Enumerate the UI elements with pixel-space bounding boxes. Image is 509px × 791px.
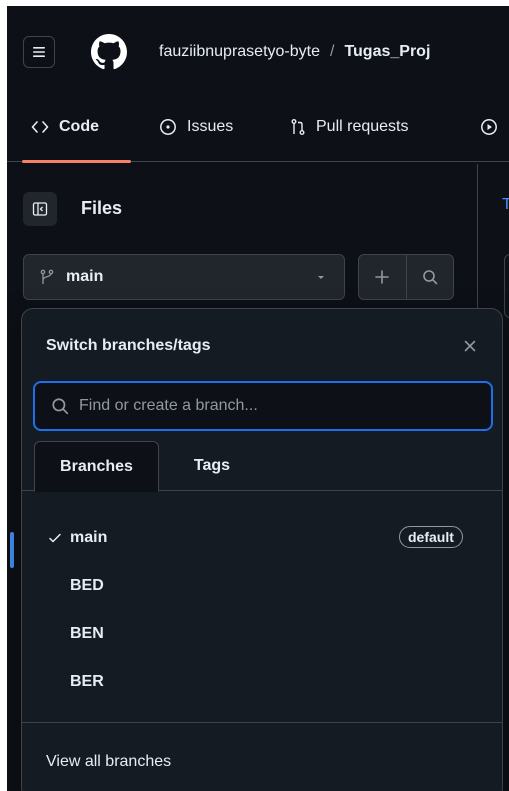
close-icon: [464, 340, 476, 352]
default-badge: default: [399, 526, 463, 548]
active-tab-underline: [22, 160, 131, 163]
branch-item-main[interactable]: main default: [22, 514, 502, 562]
branch-item-ben[interactable]: BEN: [22, 610, 502, 658]
collapse-sidebar-button[interactable]: [23, 192, 57, 226]
files-title: Files: [81, 198, 123, 218]
tab-pull-requests-label: Pull requests: [316, 118, 409, 135]
dropdown-tabs: Branches Tags: [22, 441, 502, 492]
sidebar-panel-icon: [32, 202, 48, 216]
play-circle-icon: [480, 118, 498, 136]
branch-name: BEN: [70, 625, 104, 642]
search-icon: [423, 270, 438, 285]
breadcrumb-separator: /: [329, 43, 335, 60]
hamburger-icon: [33, 47, 45, 57]
search-files-button[interactable]: [405, 255, 453, 299]
file-actions-group: [358, 254, 454, 300]
github-window: fauziibnuprasetyo-byte / Tugas_Proj Code I…: [7, 6, 509, 791]
branch-item-bed[interactable]: BED: [22, 562, 502, 610]
app-header: fauziibnuprasetyo-byte / Tugas_Proj: [7, 6, 509, 96]
branch-name: BER: [70, 673, 104, 690]
branch-select-button[interactable]: main: [23, 254, 345, 300]
main-content-hint[interactable]: T: [502, 196, 509, 214]
chevron-down-icon: [318, 276, 324, 279]
tab-branches[interactable]: Branches: [34, 441, 159, 492]
view-all-branches-link[interactable]: View all branches: [46, 753, 171, 771]
add-file-button[interactable]: [359, 255, 406, 299]
menu-button[interactable]: [23, 36, 55, 68]
branch-search-input[interactable]: [79, 397, 469, 415]
branch-name: main: [70, 529, 108, 546]
branch-list: main default BED BEN BER: [22, 514, 502, 706]
close-button[interactable]: [459, 335, 481, 357]
github-logo-icon[interactable]: [91, 34, 127, 70]
branch-name: BED: [70, 577, 104, 594]
git-branch-icon: [40, 269, 54, 284]
search-icon: [52, 398, 69, 415]
tab-code[interactable]: Code: [31, 118, 99, 136]
sidebar-divider: [477, 164, 478, 324]
tab-tags[interactable]: Tags: [172, 441, 252, 491]
dropdown-title: Switch branches/tags: [46, 337, 211, 354]
issue-circle-icon: [159, 118, 177, 136]
pull-request-icon: [290, 118, 306, 136]
breadcrumb: fauziibnuprasetyo-byte / Tugas_Proj: [159, 43, 430, 61]
tab-issues[interactable]: Issues: [159, 118, 233, 136]
repo-nav-tabs: Code Issues Pull requests: [7, 96, 509, 163]
tab-issues-label: Issues: [187, 118, 234, 135]
tab-actions[interactable]: [480, 118, 508, 136]
active-row-indicator: [10, 532, 14, 568]
repo-name-link[interactable]: Tugas_Proj: [344, 43, 430, 60]
branch-search-field[interactable]: [33, 381, 493, 431]
branch-switcher-dropdown: Switch branches/tags Branches Tags main …: [21, 308, 503, 791]
main-content-box: [504, 254, 509, 318]
tab-code-label: Code: [59, 118, 99, 135]
branch-item-ber[interactable]: BER: [22, 658, 502, 706]
repo-owner-link[interactable]: fauziibnuprasetyo-byte: [159, 43, 320, 60]
dropdown-divider: [22, 722, 502, 723]
code-icon: [31, 119, 49, 135]
check-icon: [49, 533, 61, 543]
tab-pull-requests[interactable]: Pull requests: [290, 118, 409, 136]
current-branch-label: main: [66, 268, 104, 285]
plus-icon: [375, 270, 390, 284]
